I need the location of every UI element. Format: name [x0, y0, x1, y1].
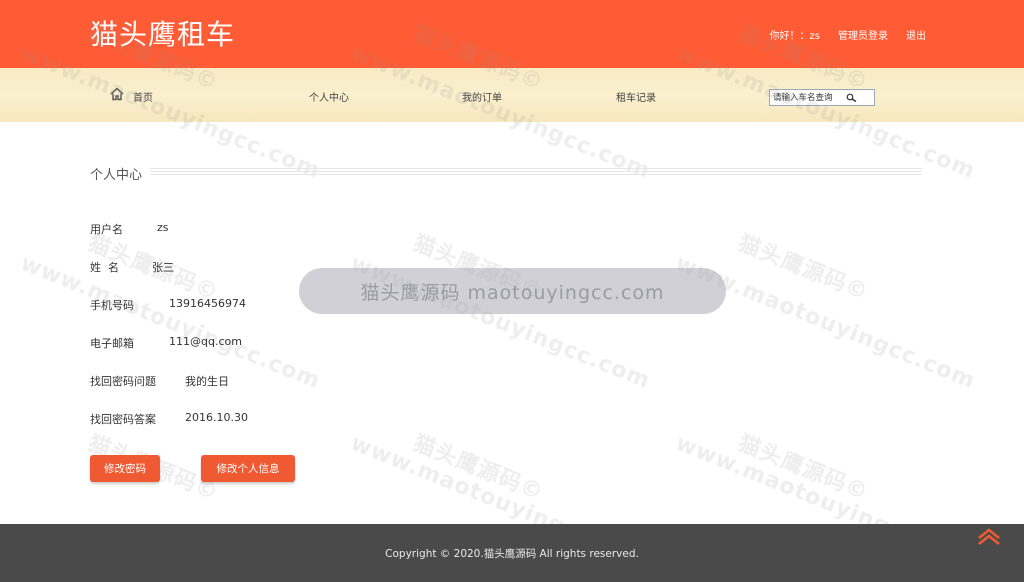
admin-login-link[interactable]: 管理员登录	[838, 27, 888, 42]
site-logo[interactable]: 猫头鹰租车	[90, 13, 235, 53]
field-value: 我的生日	[185, 375, 229, 388]
nav-home[interactable]: 首页	[133, 89, 153, 104]
field-label: 手机号码	[90, 299, 134, 312]
nav-orders[interactable]: 我的订单	[462, 89, 502, 104]
field-value: 13916456974	[169, 297, 246, 310]
logout-link[interactable]: 退出	[906, 27, 926, 42]
header-links: 你好！：zs 管理员登录 退出	[770, 27, 926, 42]
field-value: 张三	[152, 261, 174, 274]
back-to-top-icon[interactable]	[976, 527, 1002, 547]
field-label: 电子邮箱	[90, 337, 134, 350]
search-box	[769, 89, 875, 106]
field-label: 用户名	[90, 223, 123, 236]
change-password-button[interactable]: 修改密码	[90, 455, 160, 482]
field-label: 找回密码问题	[90, 375, 156, 388]
watermark-cn: 猫头鹰源码©	[734, 430, 872, 506]
field-value: 2016.10.30	[185, 411, 248, 424]
nav-profile[interactable]: 个人中心	[309, 89, 349, 104]
field-label: 找回密码答案	[90, 413, 156, 426]
title-divider	[150, 168, 922, 177]
copyright-text: Copyright © 2020.猫头鹰源码 All rights reserv…	[385, 548, 639, 560]
nav-rental-history[interactable]: 租车记录	[616, 89, 656, 104]
field-value: 111@qq.com	[169, 335, 242, 348]
watermark-overlay: 猫头鹰源码 maotouyingcc.com	[299, 268, 726, 314]
field-label: 姓 名	[90, 261, 119, 274]
watermark-en: www.maotouyingcc.com	[672, 250, 979, 395]
home-icon[interactable]	[110, 87, 124, 101]
watermark-cn: 猫头鹰源码©	[734, 230, 872, 306]
edit-profile-button[interactable]: 修改个人信息	[201, 455, 295, 482]
site-footer: Copyright © 2020.猫头鹰源码 All rights reserv…	[0, 524, 1024, 582]
field-value: zs	[157, 221, 169, 234]
site-header: 猫头鹰租车 你好！：zs 管理员登录 退出	[0, 0, 1024, 68]
user-greeting: 你好！：zs	[769, 31, 820, 42]
watermark-cn: 猫头鹰源码©	[409, 430, 547, 506]
search-input[interactable]	[773, 92, 845, 104]
search-icon[interactable]	[846, 93, 858, 103]
page-title: 个人中心	[90, 168, 143, 183]
